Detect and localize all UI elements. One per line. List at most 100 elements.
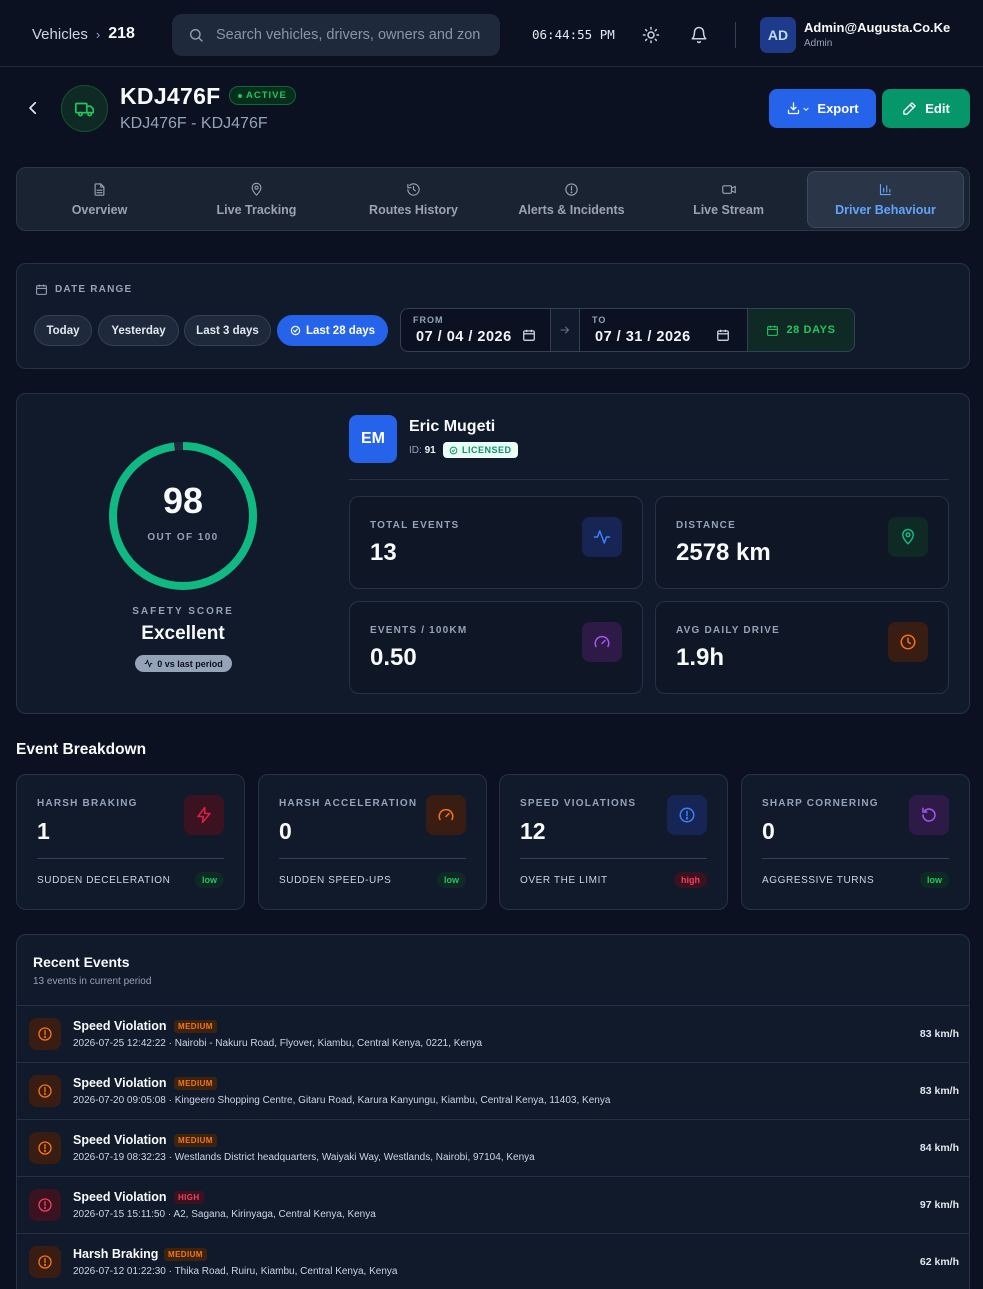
document-icon xyxy=(94,183,105,196)
preset-yesterday[interactable]: Yesterday xyxy=(98,315,179,346)
tab-label: Routes History xyxy=(369,203,458,217)
pencil-icon xyxy=(903,102,916,115)
user-name[interactable]: Admin@Augusta.Co.Ke xyxy=(804,20,950,35)
tab-label: Alerts & Incidents xyxy=(518,203,625,217)
event-label: HARSH BRAKING xyxy=(37,798,138,809)
event-row[interactable]: Speed Violation MEDIUM 2026-07-25 12:42:… xyxy=(17,1006,969,1063)
days-count: 28 DAYS xyxy=(786,324,836,336)
event-speed: 83 km/h xyxy=(919,1028,959,1040)
event-description: OVER THE LIMIT xyxy=(520,875,608,886)
chevron-right-icon: › xyxy=(95,26,101,42)
calendar-icon xyxy=(767,325,779,336)
clock-icon xyxy=(888,622,928,662)
from-date-field[interactable]: FROM 07 / 04 / 2026 xyxy=(400,308,551,352)
driver-id-value: 91 xyxy=(424,445,436,456)
preset-last-3-days[interactable]: Last 3 days xyxy=(184,315,271,346)
stat-label: EVENTS / 100KM xyxy=(370,625,468,636)
tab-live-stream[interactable]: Live Stream xyxy=(650,171,807,228)
back-arrow-icon[interactable] xyxy=(24,99,42,117)
check-circle-icon xyxy=(449,446,458,454)
event-details: 2026-07-15 15:11:50 · A2, Sagana, Kiriny… xyxy=(73,1209,376,1220)
event-title: Speed Violation xyxy=(73,1076,167,1090)
event-description: SUDDEN DECELERATION xyxy=(37,875,171,886)
preset-today[interactable]: Today xyxy=(34,315,92,346)
tab-driver-behaviour[interactable]: Driver Behaviour xyxy=(807,171,964,228)
score-out-of: OUT OF 100 xyxy=(147,532,219,543)
event-card-harsh-braking[interactable]: HARSH BRAKING 1 SUDDEN DECELERATION low xyxy=(16,774,245,910)
safety-score-panel: 98 OUT OF 100 SAFETY SCORE Excellent 0 v… xyxy=(16,393,970,714)
event-speed: 97 km/h xyxy=(919,1199,959,1211)
alert-circle-icon xyxy=(667,795,707,835)
severity-badge: low xyxy=(195,872,224,888)
severity-badge: low xyxy=(437,872,466,888)
tab-routes-history[interactable]: Routes History xyxy=(335,171,492,228)
from-label: FROM xyxy=(413,315,444,325)
tab-label: Overview xyxy=(71,203,128,217)
stat-total-events: TOTAL EVENTS 13 xyxy=(349,496,643,589)
trend-badge: 0 vs last period xyxy=(135,655,232,672)
event-title: Harsh Braking xyxy=(73,1247,159,1261)
event-row[interactable]: Harsh Braking MEDIUM 2026-07-12 01:22:30… xyxy=(17,1234,969,1289)
status-text: ACTIVE xyxy=(246,90,287,101)
status-badge: ACTIVE xyxy=(229,86,296,105)
tab-bar: Overview Live Tracking Routes History Al… xyxy=(16,167,970,231)
export-label: Export xyxy=(817,101,859,116)
to-date-field[interactable]: TO 07 / 31 / 2026 xyxy=(579,308,748,352)
event-row[interactable]: Speed Violation MEDIUM 2026-07-19 08:32:… xyxy=(17,1120,969,1177)
event-card-sharp-cornering[interactable]: SHARP CORNERING 0 AGGRESSIVE TURNS low xyxy=(741,774,970,910)
event-details: 2026-07-20 09:05:08 · Kingeero Shopping … xyxy=(73,1095,611,1106)
driver-name[interactable]: Eric Mugeti xyxy=(409,418,495,436)
search-input[interactable] xyxy=(216,27,481,43)
event-card-harsh-acceleration[interactable]: HARSH ACCELERATION 0 SUDDEN SPEED-UPS lo… xyxy=(258,774,487,910)
preset-last-28-days[interactable]: Last 28 days xyxy=(277,315,388,346)
divider xyxy=(520,858,707,859)
page-subtitle: KDJ476F - KDJ476F xyxy=(120,115,268,132)
divider xyxy=(279,858,466,859)
tab-label: Live Tracking xyxy=(216,203,297,217)
arrow-separator xyxy=(550,308,580,352)
avatar[interactable]: AD xyxy=(760,17,796,53)
divider xyxy=(37,858,224,859)
map-pin-icon xyxy=(251,182,262,196)
divider xyxy=(349,479,949,480)
event-speed: 62 km/h xyxy=(919,1256,959,1268)
severity-badge: low xyxy=(920,872,949,888)
calendar-icon xyxy=(36,284,47,295)
calendar-icon[interactable] xyxy=(716,328,730,342)
tab-live-tracking[interactable]: Live Tracking xyxy=(178,171,335,228)
activity-icon xyxy=(144,659,153,668)
stat-label: AVG DAILY DRIVE xyxy=(676,625,780,636)
gauge-icon xyxy=(426,795,466,835)
to-label: TO xyxy=(592,315,607,325)
breadcrumb-vehicles[interactable]: Vehicles xyxy=(32,26,88,43)
edit-button[interactable]: Edit xyxy=(882,89,970,128)
severity-badge: HIGH xyxy=(174,1191,204,1204)
bell-icon[interactable] xyxy=(690,26,708,44)
search-box[interactable] xyxy=(172,14,500,56)
recent-events-subtitle: 13 events in current period xyxy=(33,976,152,987)
calendar-icon[interactable] xyxy=(522,328,536,342)
event-card-speed-violations[interactable]: SPEED VIOLATIONS 12 OVER THE LIMIT high xyxy=(499,774,728,910)
download-icon xyxy=(788,102,800,115)
alert-circle-icon xyxy=(29,1132,61,1164)
video-icon xyxy=(721,185,736,194)
stat-value: 13 xyxy=(370,539,397,566)
edit-label: Edit xyxy=(925,101,950,116)
event-label: SHARP CORNERING xyxy=(762,798,879,809)
sun-icon[interactable] xyxy=(642,26,660,44)
score-rating: Excellent xyxy=(141,623,225,644)
license-text: LICENSED xyxy=(462,445,512,455)
from-date-value: 07 / 04 / 2026 xyxy=(416,329,512,345)
event-details: 2026-07-19 08:32:23 · Westlands District… xyxy=(73,1152,535,1163)
tab-overview[interactable]: Overview xyxy=(21,171,178,228)
page-title: KDJ476F xyxy=(120,83,221,109)
driver-id-label: ID: xyxy=(409,445,422,456)
preset-label: Last 28 days xyxy=(305,324,376,337)
tab-alerts-incidents[interactable]: Alerts & Incidents xyxy=(493,171,650,228)
severity-badge: MEDIUM xyxy=(174,1134,217,1147)
stat-avg-daily-drive: AVG DAILY DRIVE 1.9h xyxy=(655,601,949,694)
severity-badge: high xyxy=(674,872,707,888)
event-row[interactable]: Speed Violation MEDIUM 2026-07-20 09:05:… xyxy=(17,1063,969,1120)
export-button[interactable]: Export xyxy=(769,89,876,128)
event-row[interactable]: Speed Violation HIGH 2026-07-15 15:11:50… xyxy=(17,1177,969,1234)
